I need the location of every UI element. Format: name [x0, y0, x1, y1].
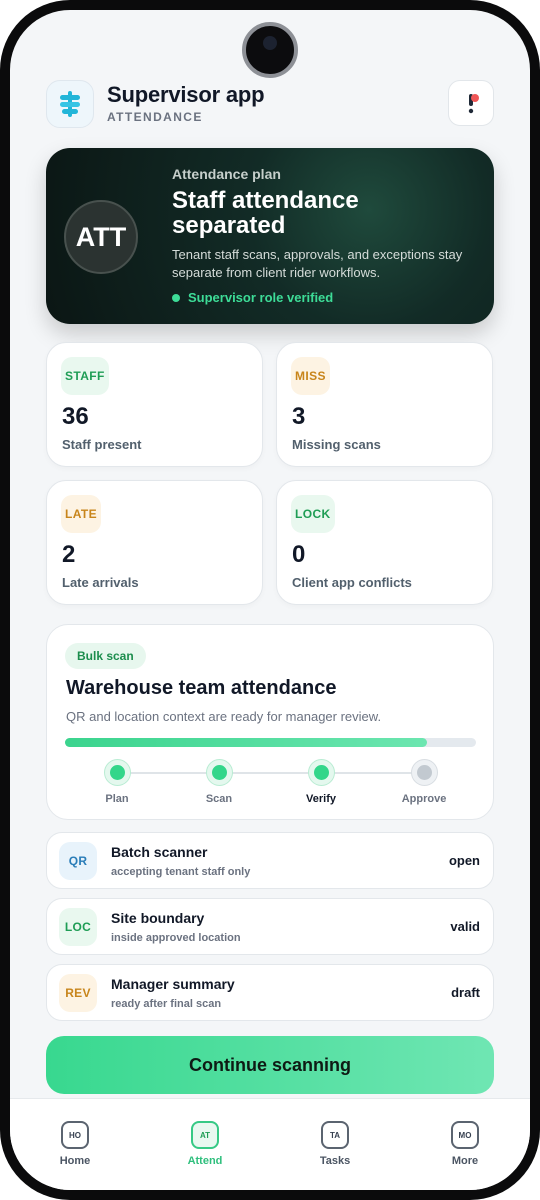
hero-kicker: Attendance plan [172, 166, 281, 182]
progress-bar [65, 738, 476, 747]
att-badge: ATT [64, 200, 138, 274]
nav-item-tasks[interactable]: TA Tasks [300, 1121, 370, 1167]
location-icon: LOC [59, 908, 97, 946]
stat-label: Late arrivals [62, 575, 139, 590]
stat-label: Client app conflicts [292, 575, 412, 590]
bulk-scan-card[interactable]: Bulk scan Warehouse team attendance QR a… [46, 624, 494, 820]
step-scan[interactable]: Scan [169, 759, 269, 805]
list-item-subtitle: accepting tenant staff only [111, 866, 251, 878]
step-label: Scan [205, 793, 233, 805]
bottom-nav: HO Home AT Attend TA Tasks MO More [10, 1098, 530, 1190]
step-tracker: Plan Scan Verify Approve [47, 759, 495, 811]
stat-value: 3 [292, 403, 306, 430]
attend-icon: AT [191, 1121, 219, 1149]
list-item-title: Site boundary [111, 910, 205, 926]
stat-label: Staff present [62, 437, 142, 452]
step-label: Approve [401, 793, 447, 805]
hero-title: Staff attendance separated [172, 187, 359, 239]
continue-scanning-button[interactable]: Continue scanning [46, 1036, 494, 1094]
list-item-title: Batch scanner [111, 844, 208, 860]
app-header: Supervisor app ATTENDANCE [46, 80, 494, 128]
step-pending-icon [410, 759, 438, 786]
phone-frame: Supervisor app ATTENDANCE ATT Attendance… [0, 0, 540, 1200]
list-item-site-boundary[interactable]: LOC Site boundary inside approved locati… [46, 898, 494, 955]
role-status-text: Supervisor role verified [188, 290, 334, 305]
step-verify[interactable]: Verify [271, 759, 371, 805]
step-check-icon [205, 759, 233, 786]
stat-label: Missing scans [292, 437, 381, 452]
stat-chip: STAFF [61, 357, 109, 395]
attendance-plan-card: ATT Attendance plan Staff attendance sep… [46, 148, 494, 324]
stat-chip: LOCK [291, 495, 335, 533]
nav-label: Tasks [319, 1155, 351, 1167]
list-item-status: draft [451, 985, 480, 1000]
stat-chip: LATE [61, 495, 102, 533]
nav-item-more[interactable]: MO More [430, 1121, 500, 1167]
step-plan[interactable]: Plan [67, 759, 167, 805]
step-label: Verify [306, 793, 336, 805]
nav-item-attend[interactable]: AT Attend [170, 1121, 240, 1167]
notification-dot [471, 94, 479, 102]
step-check-icon [307, 759, 335, 786]
app-subtitle: ATTENDANCE [107, 110, 203, 124]
stat-value: 0 [292, 541, 306, 568]
stat-card-missing[interactable]: MISS 3 Missing scans [276, 342, 493, 467]
camera-cutout [242, 22, 298, 78]
list-item-title: Manager summary [111, 976, 235, 992]
list-item-subtitle: ready after final scan [111, 998, 222, 1010]
list-item-status: open [448, 853, 480, 868]
list-item-subtitle: inside approved location [111, 932, 241, 944]
stat-card-lock[interactable]: LOCK 0 Client app conflicts [276, 480, 493, 605]
stat-card-staff[interactable]: STAFF 36 Staff present [46, 342, 263, 467]
nav-label: More [451, 1155, 479, 1167]
list-item-status: valid [450, 919, 480, 934]
bulk-title: Warehouse team attendance [66, 677, 337, 699]
role-status: Supervisor role verified [172, 290, 333, 305]
qr-icon: QR [59, 842, 97, 880]
status-dot-icon [172, 293, 180, 302]
list-item-batch-scanner[interactable]: QR Batch scanner accepting tenant staff … [46, 832, 494, 889]
app-title: Supervisor app [107, 82, 265, 107]
nav-label: Home [59, 1155, 91, 1167]
step-approve[interactable]: Approve [374, 759, 474, 805]
more-icon: MO [451, 1121, 479, 1149]
home-icon: HO [61, 1121, 89, 1149]
progress-fill [65, 738, 427, 747]
nav-label: Attend [187, 1155, 223, 1167]
app-screen: Supervisor app ATTENDANCE ATT Attendance… [10, 10, 530, 1190]
list-item-manager-summary[interactable]: REV Manager summary ready after final sc… [46, 964, 494, 1021]
bulk-description: QR and location context are ready for ma… [66, 709, 382, 724]
stat-chip: MISS [291, 357, 330, 395]
hero-description: Tenant staff scans, approvals, and excep… [172, 247, 463, 280]
tasks-icon: TA [321, 1121, 349, 1149]
signpost-icon[interactable] [46, 80, 94, 128]
nav-item-home[interactable]: HO Home [40, 1121, 110, 1167]
review-icon: REV [59, 974, 97, 1012]
stat-value: 36 [62, 403, 89, 430]
notification-button[interactable] [448, 80, 494, 126]
stat-value: 2 [62, 541, 76, 568]
bulk-scan-chip: Bulk scan [65, 643, 146, 669]
step-label: Plan [105, 793, 129, 805]
step-check-icon [103, 759, 131, 786]
stat-card-late[interactable]: LATE 2 Late arrivals [46, 480, 263, 605]
